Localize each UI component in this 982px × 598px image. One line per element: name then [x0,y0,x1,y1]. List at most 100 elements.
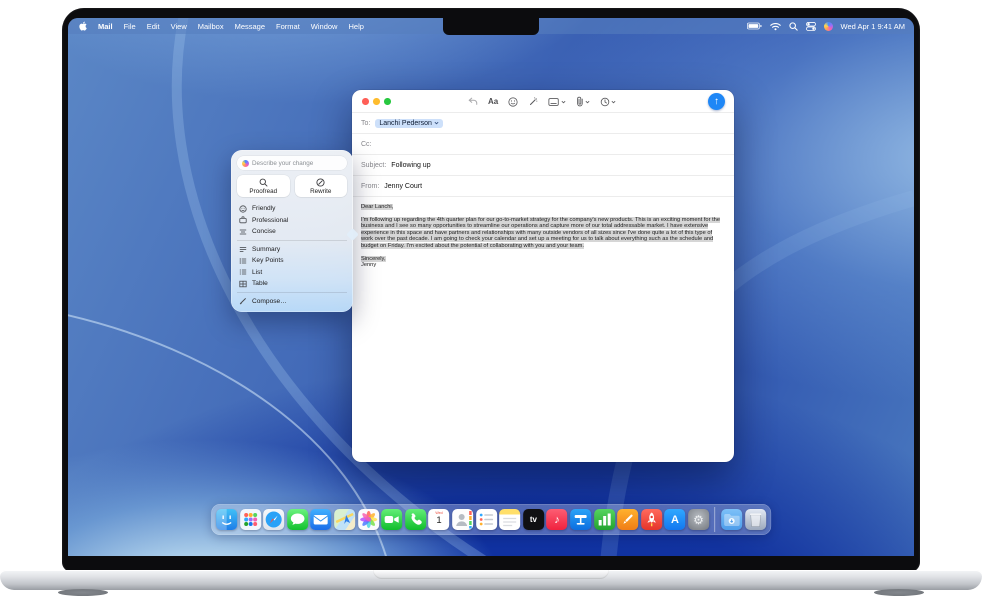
macbook-screen: Mail File Edit View Mailbox Message Form… [68,18,914,556]
cc-field[interactable]: Cc: [352,134,734,155]
dock-app-calendar[interactable]: Wed 1 [429,509,450,530]
dock-trash[interactable] [745,509,766,530]
transform-summary[interactable]: Summary [237,244,347,256]
rewrite-pencil-icon [316,178,325,187]
tone-friendly[interactable]: Friendly [237,203,347,215]
dock-app-facetime[interactable] [381,509,402,530]
header-fields-button[interactable] [548,97,566,107]
dock-app-keynote[interactable] [570,509,591,530]
dock-app-app-store[interactable]: A [664,509,685,530]
message-body[interactable]: Dear Lanchi, I'm following up regarding … [352,197,730,276]
selected-text: Sincerely, [361,256,386,262]
table-icon [239,280,247,288]
divider [237,292,347,293]
dock-app-photos[interactable] [358,509,379,530]
menu-item-file[interactable]: File [124,22,136,31]
to-field[interactable]: To: Lanchi Pederson [352,113,734,134]
concise-lines-icon [239,228,247,236]
zoom-window-button[interactable] [384,98,391,105]
proofread-button[interactable]: Proofread [237,175,290,197]
header-fields: To: Lanchi Pederson Cc: Subject: Followi… [352,112,734,197]
key-points-icon [239,257,247,265]
format-text-button[interactable]: Aa [488,97,498,106]
compose-pencil-icon [239,297,247,305]
screenshot-stage: Mail File Edit View Mailbox Message Form… [0,0,982,598]
from-field[interactable]: From: Jenny Court [352,176,734,197]
battery-icon[interactable] [747,22,762,30]
recipient-token[interactable]: Lanchi Pederson [375,119,443,128]
menu-bar-clock[interactable]: Wed Apr 1 9:41 AM [841,22,905,31]
menu-item-format[interactable]: Format [276,22,300,31]
dock-app-messages[interactable] [287,509,308,530]
dock-app-contacts[interactable] [452,509,473,530]
gear-icon: ⚙ [693,513,704,527]
tone-concise[interactable]: Concise [237,226,347,238]
dock-app-notes[interactable] [499,509,520,530]
describe-change-input[interactable]: Describe your change [237,156,347,170]
dock-app-launchpad[interactable] [240,509,261,530]
dock-app-finder[interactable] [216,509,237,530]
close-window-button[interactable] [362,98,369,105]
dock-app-numbers[interactable] [594,509,615,530]
dock-app-safari[interactable] [263,509,284,530]
menu-item-window[interactable]: Window [311,22,338,31]
dock-divider [715,507,716,532]
writing-tools-button[interactable] [528,97,538,107]
dock-app-rocket[interactable] [641,509,662,530]
menu-item-mail[interactable]: Mail [98,22,113,31]
rewrite-button[interactable]: Rewrite [295,175,348,197]
transform-table[interactable]: Table [237,278,347,290]
dock-app-maps[interactable] [334,509,355,530]
send-later-button[interactable] [600,97,616,107]
menu-item-mailbox[interactable]: Mailbox [198,22,224,31]
list-icon [239,268,247,276]
subject-field[interactable]: Subject: Following up [352,155,734,176]
macbook-foot [874,589,924,596]
dock-app-music[interactable]: ♪ [546,509,567,530]
tone-professional[interactable]: Professional [237,215,347,227]
dock-app-pages[interactable] [617,509,638,530]
transform-list[interactable]: List [237,267,347,279]
music-note-icon: ♪ [554,514,560,526]
menu-item-view[interactable]: View [171,22,187,31]
dock: Wed 1 tv ♪ [211,504,771,535]
chevron-down-icon [434,121,439,125]
menu-item-message[interactable]: Message [235,22,265,31]
compose-menu-item[interactable]: Compose… [237,296,347,308]
undo-button[interactable] [468,97,478,106]
mail-compose-window: Aa [352,90,734,462]
window-titlebar[interactable]: Aa [352,90,734,112]
menu-item-edit[interactable]: Edit [147,22,160,31]
attach-file-button[interactable] [576,96,590,107]
dock-app-reminders[interactable] [476,509,497,530]
macbook-lid-notch [373,570,609,579]
selected-text: I'm following up regarding the 4th quart… [361,217,720,249]
emoji-picker-button[interactable] [508,97,518,107]
calendar-day: 1 [429,516,450,526]
apple-menu-icon[interactable] [79,21,87,31]
search-icon[interactable] [789,22,798,31]
chevron-down-icon [561,100,566,104]
macbook-foot [58,589,108,596]
transform-key-points[interactable]: Key Points [237,255,347,267]
dock-app-system-settings[interactable]: ⚙ [688,509,709,530]
chevron-down-icon [585,100,590,104]
tv-logo: tv [530,515,537,524]
control-center-icon[interactable] [806,22,816,31]
dock-app-mail[interactable] [311,509,332,530]
signature: Jenny [361,262,721,269]
dock-downloads-folder[interactable] [721,509,742,530]
dock-app-phone[interactable] [405,509,426,530]
app-store-logo: A [671,514,679,526]
wifi-icon[interactable] [770,22,781,31]
menu-item-help[interactable]: Help [348,22,363,31]
minimize-window-button[interactable] [373,98,380,105]
briefcase-icon [239,216,247,224]
display-notch [443,18,539,35]
summary-icon [239,245,247,253]
siri-icon[interactable] [824,22,833,31]
selected-text: Dear Lanchi, [361,204,393,210]
send-button[interactable]: ↑ [708,93,725,110]
dock-app-tv[interactable]: tv [523,509,544,530]
describe-change-placeholder: Describe your change [252,160,313,167]
